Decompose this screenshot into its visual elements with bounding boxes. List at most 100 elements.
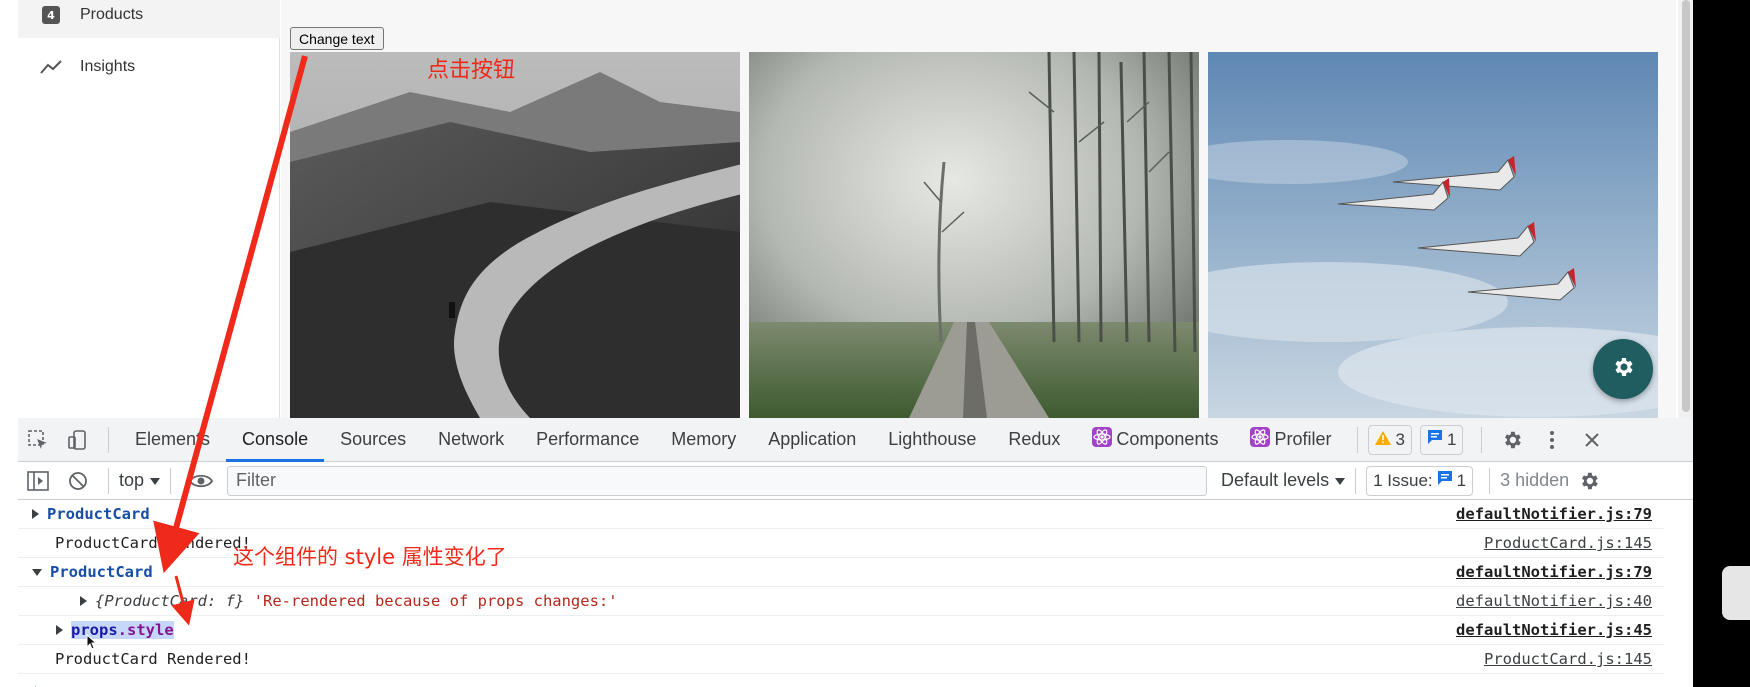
issues-label: 1 Issue: bbox=[1373, 470, 1433, 490]
source-link[interactable]: defaultNotifier.js:45 bbox=[1456, 621, 1652, 639]
prop-key: style bbox=[127, 621, 174, 639]
product-card-image bbox=[749, 52, 1199, 418]
console-message: ProductCard Rendered! bbox=[55, 534, 251, 552]
console-filter-bar: top Default levels 1 Issue: 1 3 hidden bbox=[18, 462, 1693, 500]
tab-elements[interactable]: Elements bbox=[119, 418, 226, 462]
tab-application[interactable]: Application bbox=[752, 418, 872, 462]
console-settings-gear-icon[interactable] bbox=[1569, 459, 1609, 503]
kebab-menu-icon[interactable] bbox=[1532, 418, 1572, 462]
log-levels-value: Default levels bbox=[1221, 470, 1330, 490]
mountain-trail-photo bbox=[290, 52, 740, 418]
collapse-arrow-icon[interactable] bbox=[32, 568, 42, 576]
trending-icon bbox=[40, 56, 62, 78]
divider bbox=[1481, 426, 1483, 453]
console-prompt-row[interactable]: › bbox=[18, 674, 1664, 687]
devtools-tabbar: Elements Console Sources Network Perform… bbox=[18, 418, 1693, 462]
source-link[interactable]: defaultNotifier.js:40 bbox=[1456, 592, 1652, 610]
mouse-cursor-icon bbox=[86, 633, 98, 655]
inspect-element-icon[interactable] bbox=[18, 418, 58, 462]
source-link[interactable]: defaultNotifier.js:79 bbox=[1456, 563, 1652, 581]
change-text-button[interactable]: Change text bbox=[290, 27, 384, 50]
divider bbox=[1489, 467, 1491, 494]
device-toolbar-icon[interactable] bbox=[58, 418, 98, 462]
tab-sources[interactable]: Sources bbox=[324, 418, 422, 462]
clear-console-icon[interactable] bbox=[58, 459, 98, 503]
react-icon bbox=[1250, 427, 1271, 452]
fighter-jets-formation-photo bbox=[1208, 52, 1658, 418]
dropdown-arrow-icon bbox=[1335, 470, 1346, 491]
context-value: top bbox=[119, 470, 145, 490]
console-group-label: ProductCard bbox=[50, 563, 153, 581]
annotation-style-changed: 这个组件的 style 属性变化了 bbox=[233, 545, 507, 569]
react-icon bbox=[1092, 427, 1113, 452]
tab-console[interactable]: Console bbox=[226, 418, 325, 462]
warnings-badge[interactable]: 3 bbox=[1368, 424, 1412, 455]
source-link[interactable]: ProductCard.js:145 bbox=[1484, 534, 1652, 552]
console-log-row: ProductCard Rendered! ProductCard.js:145 bbox=[18, 645, 1664, 674]
screen: 4 Products Insights Change text Elements… bbox=[0, 0, 1693, 687]
tab-performance[interactable]: Performance bbox=[520, 418, 655, 462]
console-string: 'Re-rendered because of props changes:' bbox=[253, 592, 618, 610]
products-icon: 4 bbox=[40, 4, 62, 26]
tab-memory[interactable]: Memory bbox=[655, 418, 752, 462]
svg-text:4: 4 bbox=[47, 9, 55, 22]
sidebar-item-label: Products bbox=[80, 6, 144, 23]
settings-fab[interactable] bbox=[1593, 339, 1653, 399]
tab-profiler[interactable]: Profiler bbox=[1234, 418, 1347, 462]
sidebar: 4 Products Insights bbox=[18, 0, 280, 418]
warning-icon bbox=[1375, 430, 1392, 450]
tab-lighthouse[interactable]: Lighthouse bbox=[872, 418, 992, 462]
source-link[interactable]: ProductCard.js:145 bbox=[1484, 650, 1652, 668]
expand-arrow-icon[interactable] bbox=[32, 509, 39, 519]
console-scrollbar[interactable] bbox=[1666, 500, 1693, 687]
issues-count: 1 bbox=[1456, 470, 1467, 490]
messages-count: 1 bbox=[1446, 429, 1457, 449]
tab-label: Components bbox=[1116, 429, 1219, 449]
tab-network[interactable]: Network bbox=[422, 418, 520, 462]
close-icon[interactable] bbox=[1572, 418, 1612, 462]
sidebar-toggle-icon[interactable] bbox=[18, 459, 58, 503]
page-scrollbar[interactable] bbox=[1678, 0, 1693, 418]
context-select[interactable]: top bbox=[119, 470, 161, 491]
divider bbox=[108, 426, 109, 453]
tab-label: Profiler bbox=[1274, 429, 1332, 449]
hidden-count: 3 hidden bbox=[1500, 470, 1570, 490]
gear-icon[interactable] bbox=[1492, 418, 1532, 462]
expand-arrow-icon[interactable] bbox=[56, 625, 63, 635]
messages-badge[interactable]: 1 bbox=[1419, 424, 1464, 455]
product-card-image bbox=[290, 52, 740, 418]
console-group-row[interactable]: props.style defaultNotifier.js:45 bbox=[18, 616, 1664, 645]
issues-button[interactable]: 1 Issue: 1 bbox=[1366, 465, 1474, 496]
console-object[interactable]: {ProductCard: f} bbox=[95, 592, 244, 610]
divider bbox=[1355, 467, 1357, 494]
sidebar-item-products[interactable]: 4 Products bbox=[18, 0, 280, 38]
overlay-widget bbox=[1722, 566, 1750, 620]
log-levels-select[interactable]: Default levels bbox=[1221, 470, 1346, 491]
console-group-label: ProductCard bbox=[47, 505, 150, 523]
warnings-count: 3 bbox=[1395, 429, 1405, 449]
prompt-caret-icon: › bbox=[32, 680, 41, 687]
dropdown-arrow-icon bbox=[150, 470, 161, 491]
sidebar-item-insights[interactable]: Insights bbox=[18, 44, 280, 90]
eye-icon[interactable] bbox=[181, 459, 221, 503]
tab-redux[interactable]: Redux bbox=[992, 418, 1076, 462]
scrollbar-thumb[interactable] bbox=[1682, 0, 1690, 412]
product-card-image bbox=[1208, 52, 1658, 418]
console-output: ProductCard defaultNotifier.js:79 Produc… bbox=[18, 500, 1693, 687]
foggy-forest-road-photo bbox=[749, 52, 1199, 418]
expand-arrow-icon[interactable] bbox=[80, 596, 87, 606]
app-viewport: 4 Products Insights Change text bbox=[0, 0, 1693, 418]
message-icon bbox=[1427, 429, 1443, 450]
gear-icon bbox=[1611, 355, 1635, 384]
divider bbox=[108, 467, 109, 494]
console-message: ProductCard Rendered! bbox=[55, 650, 251, 668]
console-group-row[interactable]: ProductCard defaultNotifier.js:79 bbox=[18, 500, 1664, 529]
sidebar-item-label: Insights bbox=[80, 58, 136, 75]
annotation-click-button: 点击按钮 bbox=[427, 58, 516, 83]
message-icon bbox=[1437, 470, 1453, 491]
source-link[interactable]: defaultNotifier.js:79 bbox=[1456, 505, 1652, 523]
divider bbox=[170, 467, 172, 494]
filter-input[interactable] bbox=[227, 465, 1208, 496]
console-log-row[interactable]: {ProductCard: f} 'Re-rendered because of… bbox=[18, 587, 1664, 616]
tab-components[interactable]: Components bbox=[1076, 418, 1234, 462]
